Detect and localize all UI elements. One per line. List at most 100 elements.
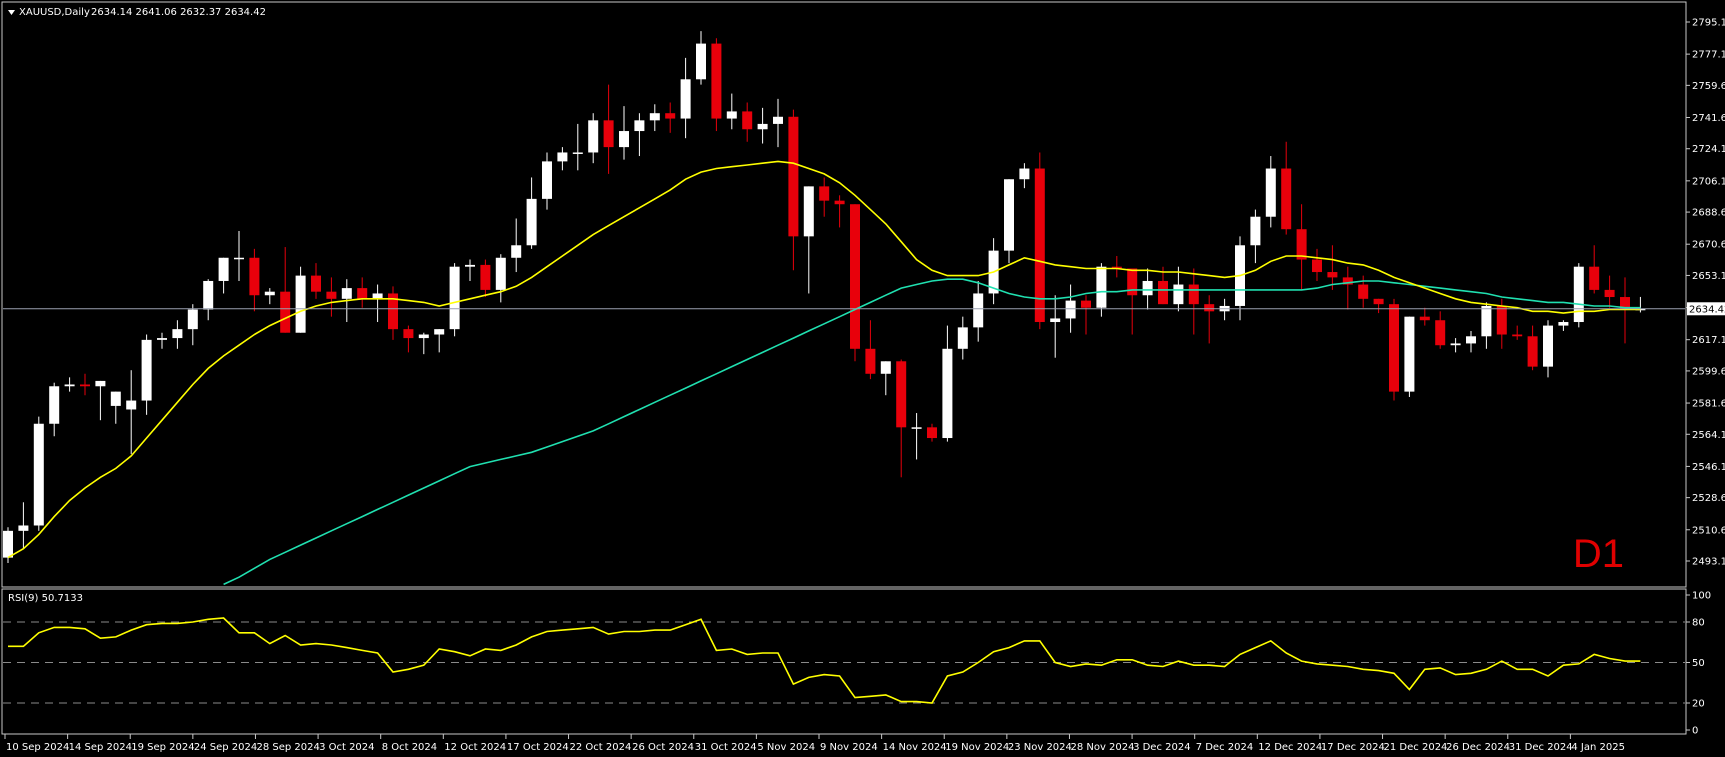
bull-candle [942,348,953,439]
bull-candle [434,329,445,335]
bull-candle [1481,305,1492,337]
rsi-axis-label: 20 [1692,699,1705,710]
bear-candle [326,291,337,299]
bull-candle [187,309,198,330]
bear-candle [1127,268,1138,296]
bull-candle [172,329,183,339]
bear-candle [311,275,321,292]
price-axis-label: 2706.10 [1692,176,1725,187]
bull-candle [203,280,214,310]
price-axis-label: 2777.10 [1692,50,1725,61]
bear-candle [896,361,907,428]
bull-candle [49,386,60,424]
time-axis-label: 4 Jan 2025 [1571,742,1625,753]
bull-candle [64,384,75,387]
bull-candle [1250,216,1261,246]
price-axis-label: 2564.10 [1692,430,1725,441]
price-axis-label: 2510.60 [1692,525,1725,536]
timeframe-badge: D1 [1573,532,1624,576]
bull-candle [218,257,229,281]
bull-candle [973,293,984,328]
bear-candle [927,427,937,439]
bear-candle [1188,284,1199,305]
bull-candle [234,257,244,260]
time-axis-label: 28 Sep 2024 [256,742,319,753]
bull-candle [619,131,629,148]
chart-header[interactable]: XAUUSD,Daily 2634.14 2641.06 2632.37 263… [8,7,266,18]
price-axis-label: 2741.60 [1692,113,1725,124]
price-axis-label: 2617.10 [1692,335,1725,346]
price-axis-label: 2724.10 [1692,144,1725,155]
bear-candle [834,200,845,205]
bull-candle [449,266,460,330]
bear-candle [1589,266,1600,290]
bull-candle [110,391,121,406]
price-axis-label: 2528.60 [1692,493,1725,504]
bear-candle [1496,305,1507,335]
bear-candle [1296,229,1307,260]
bull-candle [511,245,522,258]
bull-candle [95,380,106,387]
bear-candle [711,43,722,119]
time-axis-label: 12 Oct 2024 [444,742,506,753]
time-axis-label: 24 Sep 2024 [194,742,257,753]
time-axis-label: 10 Sep 2024 [6,742,69,753]
bear-candle [742,111,753,130]
bull-candle [126,400,137,410]
rsi-axis-label: 50 [1692,658,1705,669]
price-axis-label: 2653.10 [1692,271,1725,282]
bear-candle [603,120,614,148]
price-axis-label: 2599.60 [1692,366,1725,377]
time-axis-label: 26 Oct 2024 [632,742,694,753]
bear-candle [80,384,90,387]
bull-candle [33,423,44,526]
time-axis-label: 14 Nov 2024 [883,742,947,753]
bull-candle [1466,336,1476,344]
time-axis-label: 7 Dec 2024 [1196,742,1254,753]
bull-candle [1543,325,1553,367]
rsi-header: RSI(9) 50.7133 [8,593,83,604]
time-axis-label: 8 Oct 2024 [382,742,437,753]
bull-candle [495,257,506,290]
bull-candle [141,339,152,401]
bear-candle [280,291,291,333]
bull-candle [418,334,429,339]
bull-candle [957,327,968,349]
chart-background [0,0,1725,757]
price-axis-label: 2493.10 [1692,557,1725,568]
bull-candle [803,186,814,237]
bull-candle [1019,168,1030,180]
bear-candle [850,204,860,349]
bear-candle [1327,272,1338,278]
bull-candle [680,79,691,119]
bear-candle [1435,320,1446,346]
time-axis-label: 31 Oct 2024 [695,742,757,753]
bear-candle [1373,298,1384,305]
time-axis-label: 3 Dec 2024 [1133,742,1191,753]
bear-candle [1419,316,1430,321]
bull-candle [557,152,568,162]
bull-candle [726,111,737,119]
bear-candle [249,257,260,296]
bull-candle [295,275,306,333]
bear-candle [403,329,414,339]
bull-candle [696,43,706,80]
bull-candle [18,525,29,531]
time-axis-label: 31 Dec 2024 [1509,742,1573,753]
bull-candle [572,152,583,154]
ohlc-values: 2634.14 2641.06 2632.37 2634.42 [91,7,266,18]
bear-candle [1604,289,1615,298]
bear-candle [1389,304,1399,392]
bull-candle [880,361,891,374]
bull-candle [465,264,475,267]
bull-candle [341,288,352,299]
bear-candle [480,264,491,290]
bear-candle [819,186,830,201]
bull-candle [1096,266,1107,308]
time-axis-label: 9 Nov 2024 [820,742,878,753]
price-chart[interactable]: 2795.10 2777.10 2759.60 2741.60 2724.10 2706.… [0,0,1725,757]
bear-candle [1281,168,1292,230]
rsi-axis-label: 100 [1692,591,1711,602]
bull-candle [773,116,783,124]
bull-candle [1265,168,1276,217]
